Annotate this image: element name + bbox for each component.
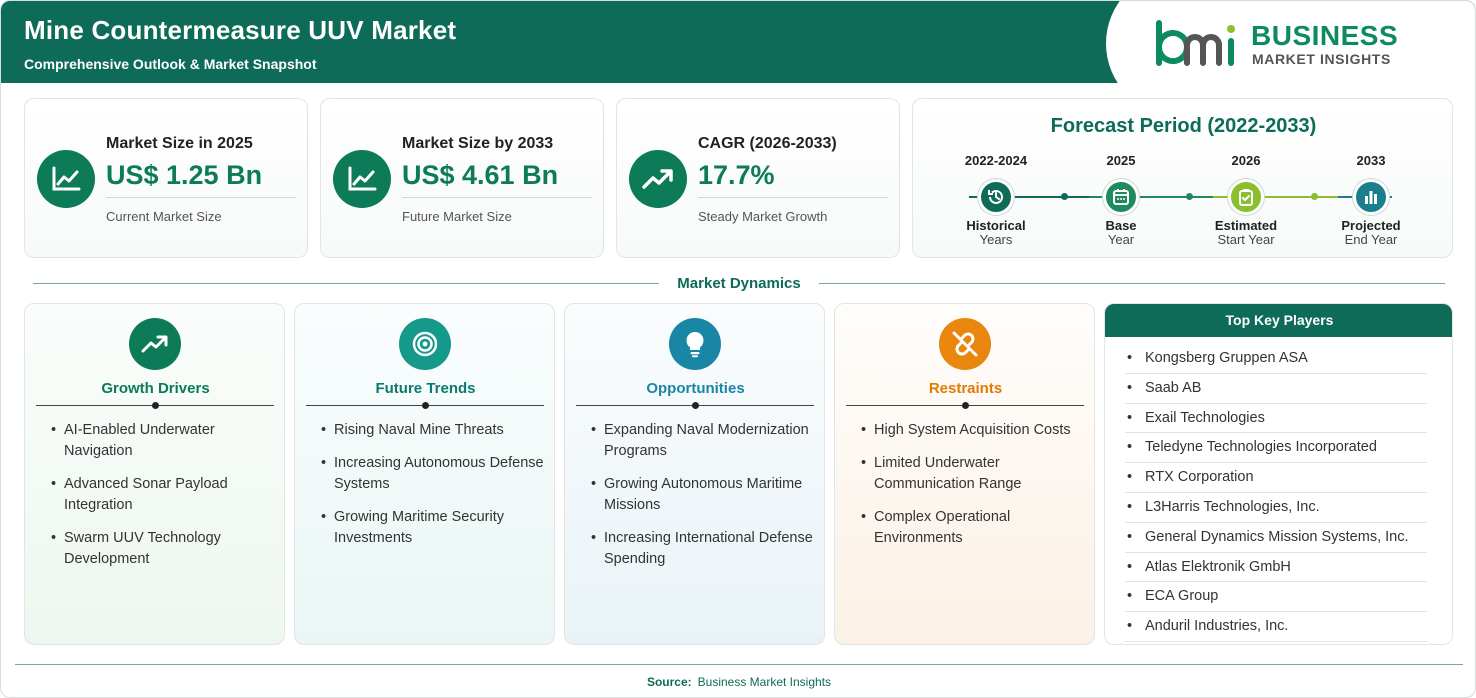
timeline-year: 2025 [1106,153,1136,168]
divider [33,283,659,284]
divider [106,197,296,198]
dynamics-card-title: Opportunities [646,380,745,397]
line-chart-icon [333,150,391,208]
trend-up-icon [129,318,181,370]
list-item: Saab AB [1125,374,1427,404]
timeline-sublabel: Year [1107,232,1135,247]
list-item: AI-Enabled Underwater Navigation [51,420,281,462]
timeline-sublabel: Start Year [1217,232,1275,247]
list-item: Swarm UUV Technology Development [51,528,281,570]
divider [402,197,592,198]
history-icon [978,179,1014,215]
timeline-label: Projected [1341,218,1401,233]
list-item: Increasing International Defense Spendin… [591,528,821,570]
key-players-list: Kongsberg Gruppen ASA Saab AB Exail Tech… [1125,344,1427,642]
logo-wordmark-secondary: MARKET INSIGHTS [1252,51,1391,67]
divider-dot [692,402,699,409]
list-item: Expanding Naval Modernization Programs [591,420,821,462]
timeline-year: 2033 [1356,153,1386,168]
list-item: Kongsberg Gruppen ASA [1125,344,1427,374]
stat-note: Future Market Size [402,209,512,224]
divider-dot [152,402,159,409]
lightbulb-icon [669,318,721,370]
timeline-sublabel: Years [979,232,1013,247]
dynamics-card-future-trends: Future Trends Rising Naval Mine Threats … [294,303,555,645]
list-item: Teledyne Technologies Incorporated [1125,433,1427,464]
timeline-year: 2022-2024 [964,153,1028,168]
dynamics-card-opportunities: Opportunities Expanding Naval Modernizat… [564,303,825,645]
list-item: Increasing Autonomous Defense Systems [321,453,551,495]
trend-up-icon [629,150,687,208]
key-players-panel: Top Key Players Kongsberg Gruppen ASA Sa… [1104,303,1453,645]
broken-link-icon [939,318,991,370]
bar-chart-icon [1353,179,1389,215]
list-item: L3Harris Technologies, Inc. [1125,493,1427,523]
list-item: Growing Autonomous Maritime Missions [591,474,821,516]
divider-dot [962,402,969,409]
clipboard-check-icon [1228,179,1264,215]
forecast-period-card: Forecast Period (2022-2033) 2022-2024 Hi… [912,98,1453,258]
source-label: Source: [646,675,692,689]
page-title: Mine Countermeasure UUV Market [24,15,457,45]
section-title-dynamics: Market Dynamics [677,275,801,292]
infographic-frame: Mine Countermeasure UUV Market Comprehen… [0,0,1476,698]
page-subtitle: Comprehensive Outlook & Market Snapshot [24,56,317,72]
stat-card-market-size-2033: Market Size by 2033 US$ 4.61 Bn Future M… [320,98,604,258]
target-icon [399,318,451,370]
timeline-label: Estimated [1214,218,1278,233]
source-line: Source: Business Market Insights [1,675,1475,689]
dynamics-list: High System Acquisition Costs Limited Un… [861,420,1091,561]
source-value: Business Market Insights [697,675,832,689]
dynamics-list: Expanding Naval Modernization Programs G… [591,420,821,582]
list-item: Exail Technologies [1125,404,1427,434]
list-item: Complex Operational Environments [861,507,1091,549]
timeline-year: 2026 [1231,153,1261,168]
timeline-step-estimated: 2026 Estimated Start Year [1191,153,1301,247]
stat-label: CAGR (2026-2033) [698,135,837,152]
bmi-logo-icon [1156,20,1235,66]
stat-value: US$ 1.25 Bn [106,160,263,190]
timeline-step-projected: 2033 Projected End Year [1316,153,1426,247]
stat-value: 17.7% [698,160,775,190]
timeline-label: Base [1105,218,1137,233]
list-item: Advanced Sonar Payload Integration [51,474,281,516]
list-item: Limited Underwater Communication Range [861,453,1091,495]
stat-note: Steady Market Growth [698,209,828,224]
stat-card-cagr: CAGR (2026-2033) 17.7% Steady Market Gro… [616,98,900,258]
dynamics-card-restraints: Restraints High System Acquisition Costs… [834,303,1095,645]
timeline-label: Historical [966,218,1026,233]
divider [15,664,1463,665]
list-item: ECA Group [1125,582,1427,613]
list-item: General Dynamics Mission Systems, Inc. [1125,523,1427,553]
list-item: Atlas Elektronik GmbH [1125,553,1427,583]
calendar-icon [1103,179,1139,215]
line-chart-icon [37,150,95,208]
dynamics-list: Rising Naval Mine Threats Increasing Aut… [321,420,551,561]
stat-value: US$ 4.61 Bn [402,160,559,190]
dynamics-card-title: Future Trends [375,380,476,397]
stat-label: Market Size in 2025 [106,135,253,152]
forecast-title: Forecast Period (2022-2033) [1050,115,1317,137]
stat-label: Market Size by 2033 [402,135,554,152]
dynamics-card-title: Restraints [928,380,1003,397]
timeline-step-base: 2025 Base Year [1066,153,1176,247]
divider-dot [422,402,429,409]
divider [819,283,1445,284]
list-item: Rising Naval Mine Threats [321,420,551,441]
list-item: Anduril Industries, Inc. [1125,612,1427,642]
dynamics-card-title: Growth Drivers [101,380,210,397]
dynamics-list: AI-Enabled Underwater Navigation Advance… [51,420,281,582]
timeline-sublabel: End Year [1344,232,1398,247]
list-item: Growing Maritime Security Investments [321,507,551,549]
list-item: RTX Corporation [1125,463,1427,493]
list-item: High System Acquisition Costs [861,420,1091,441]
dynamics-card-growth-drivers: Growth Drivers AI-Enabled Underwater Nav… [24,303,285,645]
stat-card-market-size-2025: Market Size in 2025 US$ 1.25 Bn Current … [24,98,308,258]
divider [698,197,888,198]
stat-note: Current Market Size [106,209,222,224]
timeline-step-historical: 2022-2024 Historical Years [941,153,1051,247]
logo-wordmark-primary: BUSINESS [1251,20,1399,51]
key-players-title: Top Key Players [1105,304,1452,337]
